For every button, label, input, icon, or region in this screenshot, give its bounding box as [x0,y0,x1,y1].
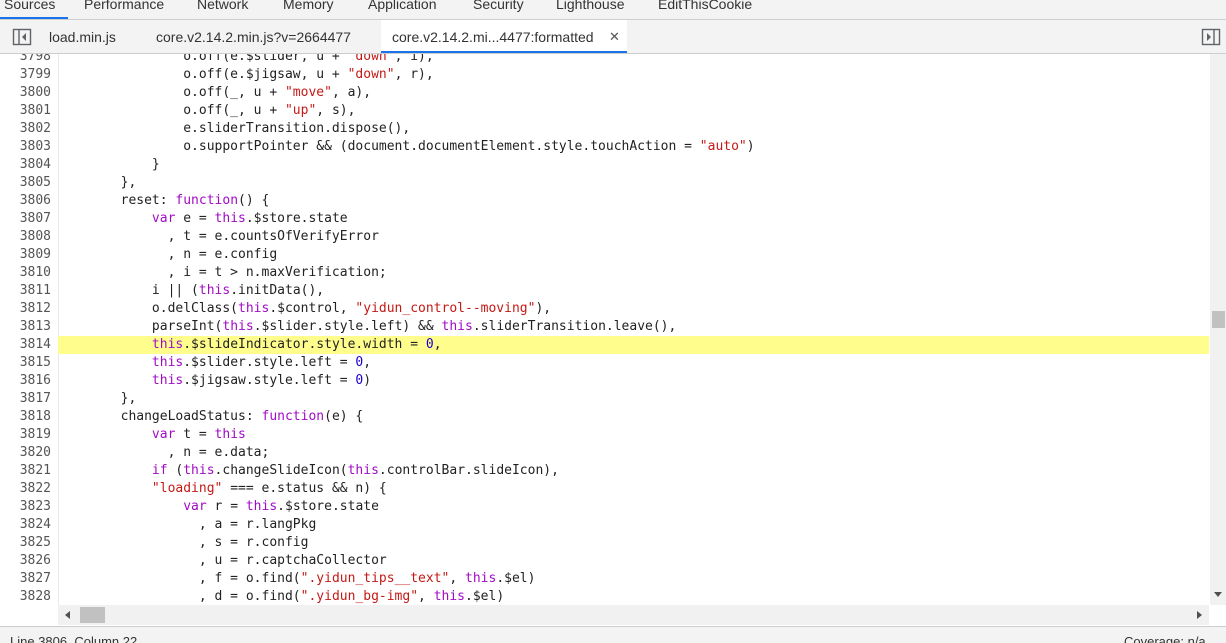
line-number[interactable]: 3806 [0,192,51,210]
line-number[interactable]: 3816 [0,372,51,390]
line-number[interactable]: 3826 [0,552,51,570]
code-line[interactable]: parseInt(this.$slider.style.left) && thi… [58,318,1209,336]
line-number[interactable]: 3815 [0,354,51,372]
code-line[interactable]: , u = r.captchaCollector [58,552,1209,570]
line-number[interactable]: 3824 [0,516,51,534]
vertical-scroll-thumb[interactable] [1212,311,1225,328]
line-number[interactable]: 3820 [0,444,51,462]
highlighted-code-line[interactable]: this.$slideIndicator.style.width = 0, [58,336,1209,354]
line-number[interactable]: 3827 [0,570,51,588]
line-number[interactable]: 3813 [0,318,51,336]
line-number[interactable]: 3814 [0,336,51,354]
code-line[interactable]: , s = r.config [58,534,1209,552]
code-line[interactable]: }, [58,390,1209,408]
code-line[interactable]: if (this.changeSlideIcon(this.controlBar… [58,462,1209,480]
tab-memory[interactable]: Memory [283,0,334,13]
line-number[interactable]: 3799 [0,66,51,84]
code-line[interactable]: var e = this.$store.state [58,210,1209,228]
code-line[interactable]: , n = e.data; [58,444,1209,462]
file-tab-load-min-js[interactable]: load.min.js [49,28,116,46]
line-number[interactable]: 3803 [0,138,51,156]
line-number[interactable]: 3823 [0,498,51,516]
tab-network[interactable]: Network [197,0,248,13]
vertical-scrollbar[interactable] [1210,54,1226,605]
code-line[interactable]: o.off(e.$jigsaw, u + "down", r), [58,66,1209,84]
code-line[interactable]: , i = t > n.maxVerification; [58,264,1209,282]
code-line[interactable]: } [58,156,1209,174]
tab-security[interactable]: Security [473,0,524,13]
active-tab-indicator [0,17,68,19]
navigator-toggle-icon[interactable] [12,28,32,46]
code-line[interactable]: , d = o.find(".yidun_bg-img", this.$el) [58,588,1209,605]
tab-editthiscookie[interactable]: EditThisCookie [658,0,752,13]
line-number[interactable]: 3821 [0,462,51,480]
line-number[interactable]: 3808 [0,228,51,246]
code-line[interactable]: }, [58,174,1209,192]
line-number[interactable]: 3817 [0,390,51,408]
code-line[interactable]: var t = this [58,426,1209,444]
line-number[interactable]: 3819 [0,426,51,444]
active-file-tab-indicator [381,51,627,53]
line-number[interactable]: 3802 [0,120,51,138]
code-line[interactable]: this.$jigsaw.style.left = 0) [58,372,1209,390]
status-bar: Line 3806, Column 22 Coverage: n/a [0,626,1226,643]
line-number[interactable]: 3805 [0,174,51,192]
horizontal-scrollbar[interactable] [58,605,1209,625]
code-line[interactable]: e.sliderTransition.dispose(), [58,120,1209,138]
line-number[interactable]: 3800 [0,84,51,102]
line-number-gutter[interactable]: 3798 3799 3800 3801 3802 3803 3804 3805 3806 3807… [0,54,59,605]
line-number[interactable]: 3798 [0,54,51,66]
tab-lighthouse[interactable]: Lighthouse [556,0,625,13]
line-number[interactable]: 3828 [0,588,51,605]
line-number[interactable]: 3809 [0,246,51,264]
code-line[interactable]: o.off(_, u + "move", a), [58,84,1209,102]
line-number[interactable]: 3804 [0,156,51,174]
code-line[interactable]: reset: function() { [58,192,1209,210]
line-number[interactable]: 3818 [0,408,51,426]
horizontal-scroll-thumb[interactable] [80,607,105,623]
line-number[interactable]: 3801 [0,102,51,120]
file-tab-core-min-js[interactable]: core.v2.14.2.min.js?v=2664477 [156,28,351,46]
tab-performance[interactable]: Performance [84,0,164,13]
line-number[interactable]: 3825 [0,534,51,552]
code-line[interactable]: var r = this.$store.state [58,498,1209,516]
file-tab-core-formatted-label: core.v2.14.2.mi...4477:formatted [392,29,594,45]
line-number[interactable]: 3810 [0,264,51,282]
line-number[interactable]: 3822 [0,480,51,498]
code-line[interactable]: o.off(_, u + "up", s), [58,102,1209,120]
code-editor[interactable]: o.off(e.$slider, u + "down", i), o.off(e… [58,54,1209,605]
scroll-left-icon[interactable] [62,609,74,621]
code-line[interactable]: , n = e.config [58,246,1209,264]
line-number[interactable]: 3812 [0,300,51,318]
code-line[interactable]: this.$slider.style.left = 0, [58,354,1209,372]
debugger-toggle-icon[interactable] [1201,28,1221,46]
code-line[interactable]: i || (this.initData(), [58,282,1209,300]
line-number[interactable]: 3811 [0,282,51,300]
code-line[interactable]: , t = e.countsOfVerifyError [58,228,1209,246]
code-line[interactable]: o.delClass(this.$control, "yidun_control… [58,300,1209,318]
line-number[interactable]: 3807 [0,210,51,228]
editor-file-tabbar: load.min.js core.v2.14.2.min.js?v=266447… [0,20,1226,54]
tab-sources[interactable]: Sources [4,0,55,13]
scroll-down-icon[interactable] [1212,588,1224,602]
code-line[interactable]: "loading" === e.status && n) { [58,480,1209,498]
code-line[interactable]: , a = r.langPkg [58,516,1209,534]
scroll-right-icon[interactable] [1193,609,1205,621]
tab-application[interactable]: Application [368,0,437,13]
code-line[interactable]: o.off(e.$slider, u + "down", i), [58,54,1209,66]
code-line[interactable]: o.supportPointer && (document.documentEl… [58,138,1209,156]
devtools-panel-tabbar: Sources Performance Network Memory Appli… [0,0,1226,20]
code-line[interactable]: changeLoadStatus: function(e) { [58,408,1209,426]
close-icon[interactable]: ✕ [609,28,620,46]
code-line[interactable]: , f = o.find(".yidun_tips__text", this.$… [58,570,1209,588]
